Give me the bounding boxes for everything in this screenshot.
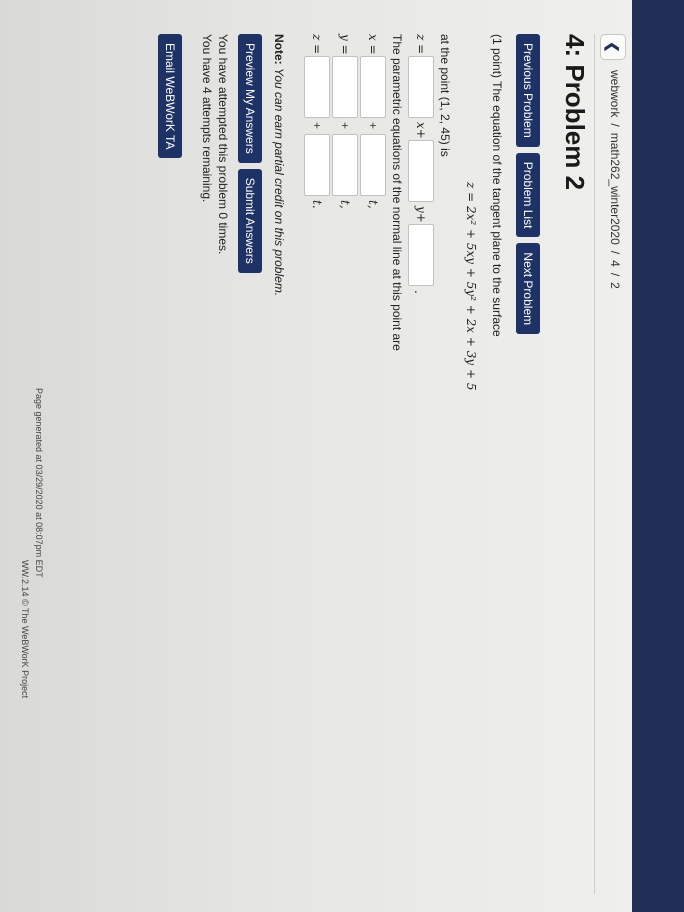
breadcrumb-webwork[interactable]: webwork bbox=[608, 70, 622, 117]
problem-list-button[interactable]: Problem List bbox=[516, 152, 540, 238]
breadcrumb-course[interactable]: math262_winter2020 bbox=[608, 133, 622, 245]
screen-photo: ❮ webwork / math262_winter2020 / 4 / 2 4… bbox=[0, 0, 684, 912]
breadcrumb-separator: / bbox=[608, 250, 622, 255]
breadcrumb-separator: / bbox=[608, 272, 622, 277]
preview-answers-button[interactable]: Preview My Answers bbox=[238, 34, 262, 163]
main-content: ❮ webwork / math262_winter2020 / 4 / 2 4… bbox=[0, 0, 632, 912]
breadcrumb-separator: / bbox=[608, 123, 622, 127]
attempts-remaining: You have 4 attempts remaining. bbox=[200, 34, 214, 203]
top-navbar bbox=[632, 0, 684, 912]
bottom-area: Note: You can earn partial credit on thi… bbox=[104, 22, 504, 582]
problem-nav: Previous Problem Problem List Next Probl… bbox=[516, 34, 540, 335]
partial-credit-note: Note: You can earn partial credit on thi… bbox=[272, 34, 286, 296]
note-text: You can earn partial credit on this prob… bbox=[272, 68, 286, 297]
attempts-status: You have attempted this problem 0 times. bbox=[216, 34, 230, 255]
next-problem-button[interactable]: Next Problem bbox=[516, 243, 540, 335]
back-button[interactable]: ❮ bbox=[600, 34, 626, 60]
breadcrumb-set[interactable]: 4 bbox=[608, 260, 622, 267]
page-title: 4: Problem 2 bbox=[560, 34, 590, 191]
webwork-project-footer: WW.2.14 © The WeBWorK Project bbox=[20, 560, 30, 699]
page-generated-footer: Page generated at 03/29/2020 at 08:07pm … bbox=[34, 388, 44, 578]
rotated-page-view: ❮ webwork / math262_winter2020 / 4 / 2 4… bbox=[0, 0, 684, 912]
email-ta-button[interactable]: Email WeBWorK TA bbox=[158, 34, 182, 159]
chevron-left-icon: ❮ bbox=[605, 41, 622, 53]
breadcrumb-problem: 2 bbox=[608, 282, 622, 289]
submit-answers-button[interactable]: Submit Answers bbox=[238, 168, 262, 273]
header-divider bbox=[594, 34, 595, 894]
note-label: Note: bbox=[272, 34, 286, 65]
answer-actions: Preview My Answers Submit Answers bbox=[238, 34, 262, 273]
previous-problem-button[interactable]: Previous Problem bbox=[516, 34, 540, 147]
breadcrumb: webwork / math262_winter2020 / 4 / 2 bbox=[608, 70, 622, 289]
